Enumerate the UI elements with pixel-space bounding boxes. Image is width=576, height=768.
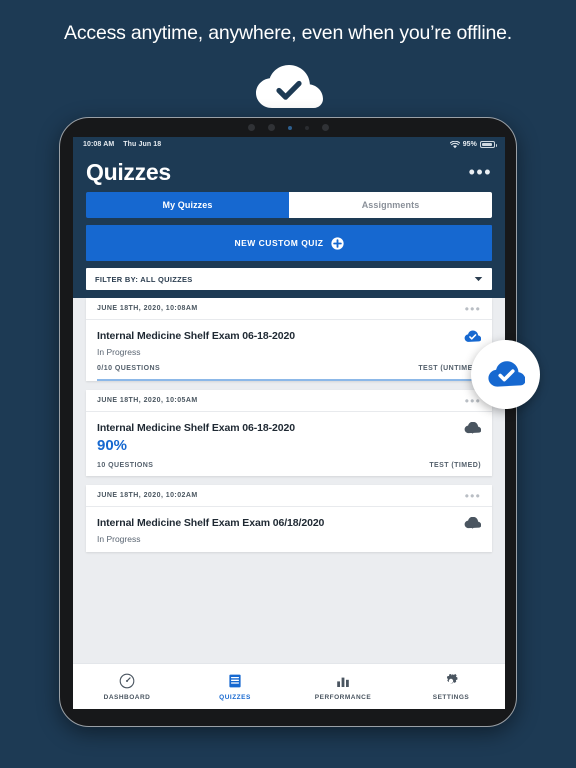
plus-circle-icon	[330, 236, 344, 250]
segmented-tabs: My Quizzes Assignments	[86, 192, 492, 218]
quiz-title: Internal Medicine Shelf Exam Exam 06/18/…	[97, 517, 325, 529]
quiz-card-footer: 0/10 QUESTIONS TEST (UNTIMED)	[86, 365, 492, 379]
page-root: Access anytime, anywhere, even when you’…	[0, 0, 576, 768]
new-custom-quiz-button[interactable]: NEW CUSTOM QUIZ	[86, 225, 492, 261]
quiz-questions: 0/10 QUESTIONS	[97, 365, 161, 372]
quiz-card-header: JUNE 18TH, 2020, 10:05AM •••	[86, 390, 492, 412]
overflow-menu-button[interactable]: •••	[469, 163, 492, 181]
speaker-dot	[321, 124, 329, 131]
quiz-date: JUNE 18TH, 2020, 10:05AM	[97, 397, 198, 404]
device-screen: 10:08 AM Thu Jun 18 95% Quizzes ••• My Q…	[73, 137, 505, 709]
quiz-status: In Progress	[97, 347, 141, 357]
wifi-icon	[449, 140, 460, 148]
cloud-download-icon[interactable]	[464, 517, 481, 530]
speedometer-icon	[119, 673, 135, 688]
quiz-card[interactable]: JUNE 18TH, 2020, 10:08AM ••• Internal Me…	[86, 298, 492, 381]
speaker-dot	[247, 124, 255, 131]
quiz-title: Internal Medicine Shelf Exam 06-18-2020	[97, 422, 296, 434]
quiz-card-body: Internal Medicine Shelf Exam 06-18-2020 …	[86, 320, 492, 365]
quiz-card[interactable]: JUNE 18TH, 2020, 10:02AM ••• Internal Me…	[86, 485, 492, 552]
gear-icon	[446, 673, 458, 683]
tablet-device: 10:08 AM Thu Jun 18 95% Quizzes ••• My Q…	[59, 117, 517, 727]
battery-percent: 95%	[462, 141, 477, 148]
tab-assignments[interactable]: Assignments	[289, 192, 492, 218]
quiz-card-menu-button[interactable]: •••	[465, 395, 481, 407]
page-title: Access anytime, anywhere, even when you’…	[64, 22, 512, 44]
quiz-card[interactable]: JUNE 18TH, 2020, 10:05AM ••• Internal Me…	[86, 390, 492, 476]
tab-my-quizzes[interactable]: My Quizzes	[86, 192, 289, 218]
filter-dropdown[interactable]: FILTER BY: ALL QUIZZES	[86, 268, 492, 290]
app-title: Quizzes	[86, 158, 171, 185]
quiz-card-header: JUNE 18TH, 2020, 10:02AM •••	[86, 485, 492, 507]
list-icon	[229, 674, 241, 687]
cloud-check-icon[interactable]	[464, 330, 481, 343]
quiz-progress-bar	[97, 379, 481, 381]
zoom-callout-bubble	[471, 340, 540, 409]
nav-label-performance: PERFORMANCE	[314, 693, 372, 701]
nav-item-dashboard[interactable]: DASHBOARD	[73, 664, 181, 709]
speaker-dot	[267, 124, 275, 131]
device-sensors	[60, 124, 516, 131]
app-header: Quizzes •••	[73, 152, 505, 192]
quiz-score: 90%	[97, 437, 128, 454]
quiz-card-footer: 10 QUESTIONS TEST (TIMED)	[86, 462, 492, 476]
nav-item-settings[interactable]: SETTINGS	[397, 664, 505, 709]
nav-item-quizzes[interactable]: QUIZZES	[181, 664, 289, 709]
quiz-list[interactable]: JUNE 18TH, 2020, 10:08AM ••• Internal Me…	[73, 298, 505, 663]
quiz-card-menu-button[interactable]: •••	[465, 303, 481, 315]
quiz-card-menu-button[interactable]: •••	[465, 490, 481, 502]
quiz-date: JUNE 18TH, 2020, 10:02AM	[97, 492, 198, 499]
camera-dot	[287, 125, 292, 130]
quiz-card-body: Internal Medicine Shelf Exam Exam 06/18/…	[86, 507, 492, 552]
quiz-date: JUNE 18TH, 2020, 10:08AM	[97, 305, 198, 312]
quiz-status: In Progress	[97, 534, 141, 544]
status-date: Thu Jun 18	[123, 141, 162, 148]
nav-label-quizzes: QUIZZES	[219, 693, 251, 701]
quiz-card-body: Internal Medicine Shelf Exam 06-18-2020 …	[86, 412, 492, 462]
status-time: 10:08 AM	[83, 141, 115, 148]
bar-chart-icon	[337, 677, 349, 687]
status-bar: 10:08 AM Thu Jun 18 95%	[73, 137, 505, 152]
nav-label-dashboard: DASHBOARD	[103, 693, 151, 701]
nav-label-settings: SETTINGS	[432, 693, 470, 701]
cloud-check-icon	[487, 361, 525, 387]
chevron-down-icon	[474, 277, 483, 282]
new-custom-quiz-label: NEW CUSTOM QUIZ	[234, 238, 324, 248]
quiz-title: Internal Medicine Shelf Exam 06-18-2020	[97, 330, 296, 342]
cloud-check-icon	[256, 65, 323, 108]
filter-label: FILTER BY: ALL QUIZZES	[95, 274, 193, 284]
sensor-dot	[304, 125, 309, 130]
quiz-questions: 10 QUESTIONS	[97, 462, 154, 469]
bottom-nav: DASHBOARD QUIZZES PERFORMANCE SETTINGS	[73, 663, 505, 709]
quiz-type: TEST (TIMED)	[429, 462, 481, 469]
battery-icon	[480, 141, 497, 148]
quiz-card-header: JUNE 18TH, 2020, 10:08AM •••	[86, 298, 492, 320]
cloud-download-icon[interactable]	[464, 422, 481, 435]
nav-item-performance[interactable]: PERFORMANCE	[289, 664, 397, 709]
